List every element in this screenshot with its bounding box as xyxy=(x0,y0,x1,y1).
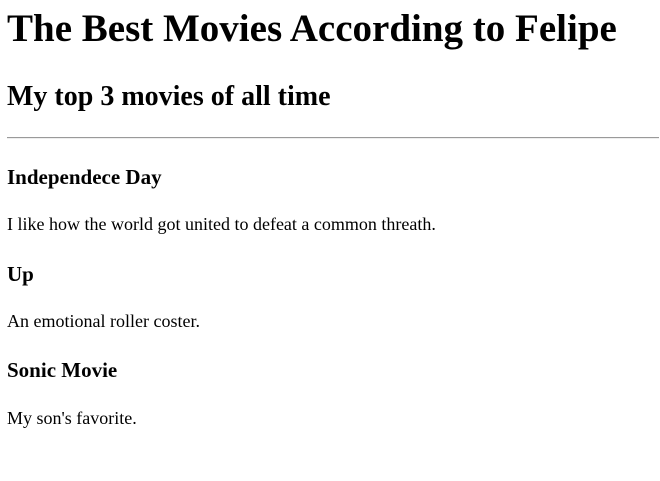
movie-title-3: Sonic Movie xyxy=(7,358,118,382)
movie-title-2: Up xyxy=(7,262,34,286)
page: The Best Movies According to Felipe My t… xyxy=(0,0,660,481)
divider xyxy=(7,137,659,139)
page-title: The Best Movies According to Felipe xyxy=(7,7,617,50)
movie-description-2: An emotional roller coster. xyxy=(7,311,200,331)
movie-description-1: I like how the world got united to defea… xyxy=(7,214,436,234)
movie-title-1: Independece Day xyxy=(7,165,162,189)
movie-description-3: My son's favorite. xyxy=(7,408,137,428)
page-subtitle: My top 3 movies of all time xyxy=(7,81,331,112)
